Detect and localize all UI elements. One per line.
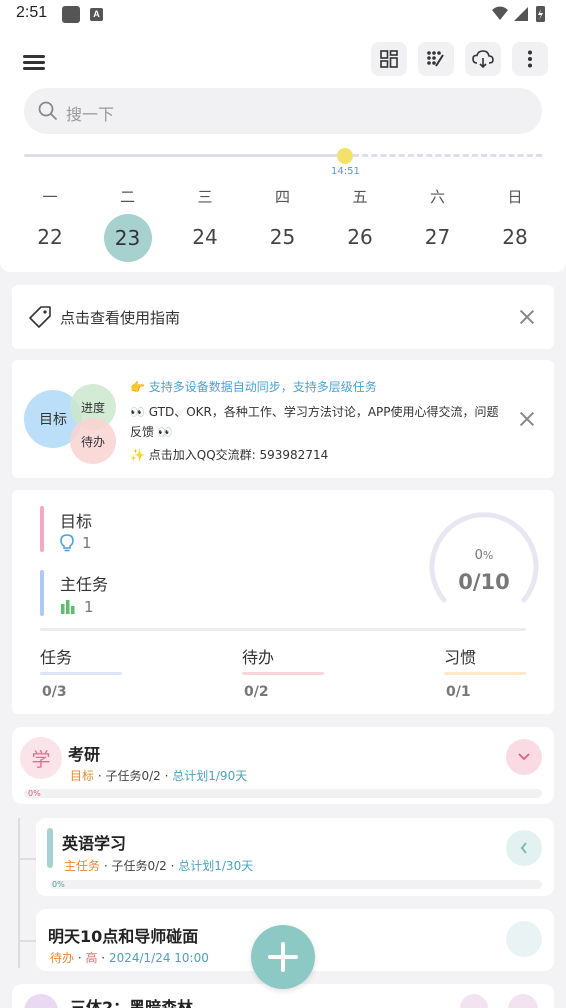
goal-color-bar (40, 506, 44, 552)
todos-label[interactable]: 待办 (242, 644, 274, 668)
task-title: 三体2：黑暗森林 (70, 998, 194, 1008)
day-number[interactable]: 22 (19, 214, 81, 260)
notification-badge-icon: A (90, 8, 103, 21)
timeline-time: 14:51 (331, 166, 360, 177)
goal-count: 1 (82, 534, 92, 552)
status-time: 2:51 (16, 4, 48, 21)
wifi-icon (492, 6, 508, 20)
progress-text: 0% (52, 880, 65, 889)
promo-card[interactable]: 目标 进度 待办 👉 支持多设备数据自动同步，支持多层级任务 👀 GTD、OKR… (12, 360, 554, 478)
status-bar: 2:51 A (0, 0, 566, 30)
tasks-value: 0/3 (42, 684, 67, 700)
progress-bar (24, 789, 542, 798)
avatar: 学 (20, 737, 62, 779)
task-title: 英语学习 (62, 834, 127, 853)
collapse-button[interactable] (506, 830, 542, 866)
tree-connector (18, 818, 20, 968)
venn-todo: 待办 (70, 418, 116, 464)
close-icon[interactable] (518, 308, 536, 326)
main-task-color-bar (40, 570, 44, 616)
day-timeline: 14:51 (24, 148, 542, 178)
grid-view-icon[interactable] (371, 42, 407, 76)
day-number[interactable]: 26 (329, 214, 391, 260)
expand-button[interactable] (506, 739, 542, 775)
avatar (24, 994, 58, 1008)
chevron-down-icon (518, 753, 530, 761)
system-icons (492, 6, 545, 22)
chevron-left-icon (520, 842, 527, 854)
tasks-label[interactable]: 任务 (40, 644, 72, 668)
day-name: 日 (507, 188, 523, 206)
promo-line-discuss: 👀 GTD、OKR，各种工作、学习方法讨论，APP使用心得交流，问题反馈 👀 (130, 405, 499, 439)
tasks-bar (40, 672, 122, 675)
task-title: 考研 (68, 745, 101, 764)
task-meta: 目标 · 子任务0/2 · 总计划1/90天 (70, 769, 248, 783)
timeline-remaining (353, 154, 542, 157)
day-number[interactable]: 25 (252, 214, 314, 260)
lightbulb-icon (60, 534, 74, 552)
action-button[interactable] (460, 994, 488, 1008)
task-meta: 待办 · 高 · 2024/1/24 10:00 (50, 951, 209, 965)
day-name: 二 (119, 188, 135, 206)
day-name: 四 (274, 188, 290, 206)
timeline-now-marker (337, 148, 353, 164)
signal-icon (514, 7, 528, 21)
todos-bar (242, 672, 324, 675)
gauge-value: 0/10 (458, 570, 510, 594)
task-meta: 主任务 · 子任务0/2 · 总计划1/30天 (64, 859, 254, 873)
day-number-selected[interactable]: 23 (103, 214, 152, 262)
progress-gauge: 0% 0/10 (424, 504, 544, 614)
tag-icon (29, 306, 51, 328)
task-title: 明天10点和导师碰面 (48, 927, 199, 946)
goal-label: 目标 (60, 512, 93, 531)
gauge-percent: 0% (474, 548, 494, 563)
matrix-icon[interactable] (418, 42, 454, 76)
expand-button[interactable] (508, 994, 538, 1008)
divider (40, 628, 526, 631)
venn-diagram: 目标 进度 待办 (22, 382, 122, 464)
habits-label[interactable]: 习惯 (444, 644, 476, 668)
stats-card: 目标 1 主任务 1 0% 0/10 任务 0/3 待办 0/2 习惯 0/1 (12, 490, 554, 714)
tree-connector (18, 858, 36, 860)
search-icon (38, 101, 58, 121)
main-task-marker (47, 828, 53, 868)
day-number[interactable]: 27 (407, 214, 469, 260)
guide-text: 点击查看使用指南 (60, 309, 181, 327)
progress-bar (50, 880, 542, 889)
close-icon[interactable] (518, 410, 536, 428)
day-number[interactable]: 24 (174, 214, 236, 260)
more-vert-icon[interactable] (512, 42, 548, 76)
progress-text: 0% (28, 789, 41, 798)
day-name: 一 (42, 188, 58, 206)
search-input[interactable]: 搜一下 (24, 88, 542, 134)
complete-checkbox[interactable] (506, 921, 542, 957)
tree-connector (18, 940, 36, 942)
timeline-elapsed (24, 154, 345, 157)
main-task-label: 主任务 (60, 575, 109, 594)
main-task-count: 1 (84, 598, 94, 616)
todos-value: 0/2 (244, 684, 269, 700)
bar-chart-icon (61, 600, 75, 614)
day-name: 三 (197, 188, 213, 206)
cloud-sync-icon[interactable] (465, 42, 501, 76)
day-number[interactable]: 28 (484, 214, 546, 260)
task-card-goal[interactable]: 学 考研 目标 · 子任务0/2 · 总计划1/90天 0% (12, 727, 554, 804)
add-task-button[interactable] (251, 925, 315, 989)
habits-value: 0/1 (446, 684, 471, 700)
guide-banner[interactable]: 点击查看使用指南 (12, 285, 554, 349)
day-name: 五 (352, 188, 368, 206)
menu-icon[interactable] (20, 48, 50, 76)
task-card-main[interactable]: 英语学习 主任务 · 子任务0/2 · 总计划1/30天 0% (36, 818, 554, 896)
search-placeholder: 搜一下 (66, 105, 115, 124)
promo-line-sync: 👉 支持多设备数据自动同步，支持多层级任务 (130, 380, 377, 394)
promo-line-qq[interactable]: ✨ 点击加入QQ交流群: 593982714 (130, 446, 328, 463)
notification-icon (62, 6, 80, 23)
day-name: 六 (429, 188, 445, 206)
habits-bar (444, 672, 526, 675)
